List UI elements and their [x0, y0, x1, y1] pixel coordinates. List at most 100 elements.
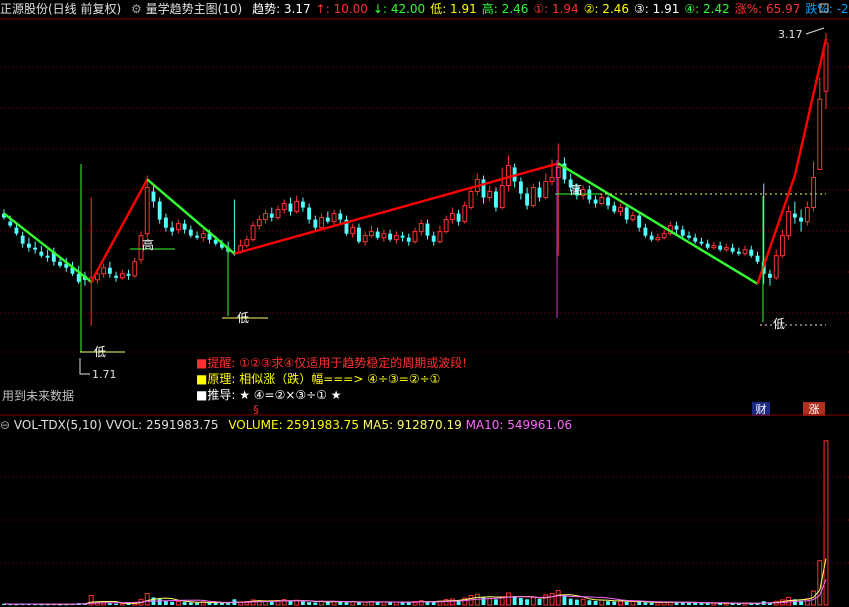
candle-body [375, 231, 380, 238]
volume-bar [580, 598, 586, 606]
ma5-line [3, 558, 827, 605]
volume-bar [637, 601, 642, 605]
candle-body [175, 223, 181, 231]
volume-bar [220, 603, 224, 605]
candle-body [462, 205, 468, 223]
candle-body [487, 191, 493, 199]
collapse-icon[interactable]: ⊖ [0, 418, 10, 432]
volume-header: ⊖ VOL-TDX(5,10) VVOL: 2591983.75 VOLUME:… [0, 416, 849, 434]
volume-bar [307, 602, 312, 605]
volume-bar [269, 601, 274, 605]
candle-body [381, 233, 387, 239]
ma10-line [3, 579, 827, 605]
candle-body [319, 217, 325, 229]
candle-body [288, 203, 293, 212]
candle-body [101, 267, 107, 275]
candle-body [244, 239, 250, 247]
candle-body [811, 176, 816, 209]
candle-body [338, 213, 343, 220]
volume-bar [599, 599, 605, 606]
candle-body [693, 237, 698, 242]
volume-bar [606, 601, 610, 605]
vvol-value: VVOL: 2591983.75 [105, 418, 219, 432]
candle-body [661, 233, 667, 239]
candle-body [45, 255, 50, 258]
candle-body [281, 203, 287, 211]
candle-body [549, 176, 555, 182]
low-price-label: 1.71 [92, 368, 117, 381]
candle-body [630, 215, 636, 221]
candle-body [182, 223, 187, 230]
candle-body [612, 205, 617, 212]
candle-body [674, 225, 679, 230]
candle-body [505, 164, 511, 186]
badge-cai: 财 [756, 402, 767, 416]
volume-bar [375, 602, 380, 605]
candle-body [792, 213, 797, 218]
candle-body [649, 235, 654, 240]
candle-body [723, 247, 729, 251]
candle-body [294, 201, 300, 213]
candle-body [144, 186, 150, 235]
candle-body [39, 251, 44, 256]
candle-body [400, 235, 405, 238]
tip-line-2: ■推导: ★ ④=②×③÷① ★ [196, 388, 342, 402]
volume-chart[interactable] [0, 434, 849, 607]
candle-body [530, 186, 536, 207]
candle-body [263, 213, 268, 221]
candle-body [76, 273, 81, 282]
tip-line-0: ■提醒: ①②③求④仅适用于趋势稳定的周期或波段! [196, 355, 467, 370]
low-mark: 低 [773, 317, 785, 331]
badge-zhang: 涨 [809, 403, 820, 416]
volume-bar [618, 600, 623, 606]
volume-bar [170, 601, 175, 605]
candle-body [711, 245, 717, 249]
candle-body [537, 187, 542, 198]
candle-body [119, 273, 125, 279]
candle-body [431, 235, 436, 242]
volume-bar [680, 602, 685, 605]
volume-bar [114, 603, 119, 605]
volume-bar [207, 602, 212, 605]
candle-body [779, 235, 785, 257]
candle-body [494, 191, 498, 208]
candle-body [200, 233, 206, 239]
candle-body [680, 229, 685, 236]
volume-bar [649, 602, 654, 605]
candle-body [718, 245, 723, 250]
volume-bar [693, 602, 698, 605]
candle-body [705, 243, 710, 248]
candle-body [300, 201, 305, 208]
ma5-value: MA5: 912870.19 [362, 418, 462, 432]
candle-body [14, 227, 19, 234]
volume-bar [344, 602, 349, 605]
volume-bar [406, 602, 411, 605]
candle-body [313, 219, 318, 228]
low-mark: 低 [94, 345, 106, 359]
candle-body [773, 255, 779, 279]
candle-body [624, 207, 629, 220]
future-data-label: 用到未来数据 [2, 388, 74, 403]
volume-bar [393, 601, 399, 606]
volume-bar [175, 601, 181, 606]
candle-body [368, 231, 374, 237]
candle-body [643, 227, 648, 236]
volume-bar [226, 603, 231, 605]
low-mark: 低 [237, 311, 249, 325]
candle-body [307, 207, 312, 220]
volume-bar [188, 602, 193, 605]
candle-body [256, 219, 262, 227]
volume-bar [505, 592, 511, 606]
trend-segment [3, 212, 92, 283]
candle-body [730, 247, 735, 252]
volume-bar [288, 601, 293, 605]
candle-body [269, 213, 274, 218]
price-chart[interactable]: 高高低低 低1.713.17用到未来数据■提醒: ①②③求④仅适用于趋势稳定的周期… [0, 0, 849, 416]
badge-s: § [253, 403, 259, 416]
volume-name[interactable]: VOL-TDX(5,10) [14, 418, 102, 432]
volume-bar [705, 603, 710, 605]
candle-body [468, 191, 474, 209]
candle-body [437, 231, 443, 243]
candle-body [325, 217, 330, 222]
candle-body [26, 243, 31, 248]
